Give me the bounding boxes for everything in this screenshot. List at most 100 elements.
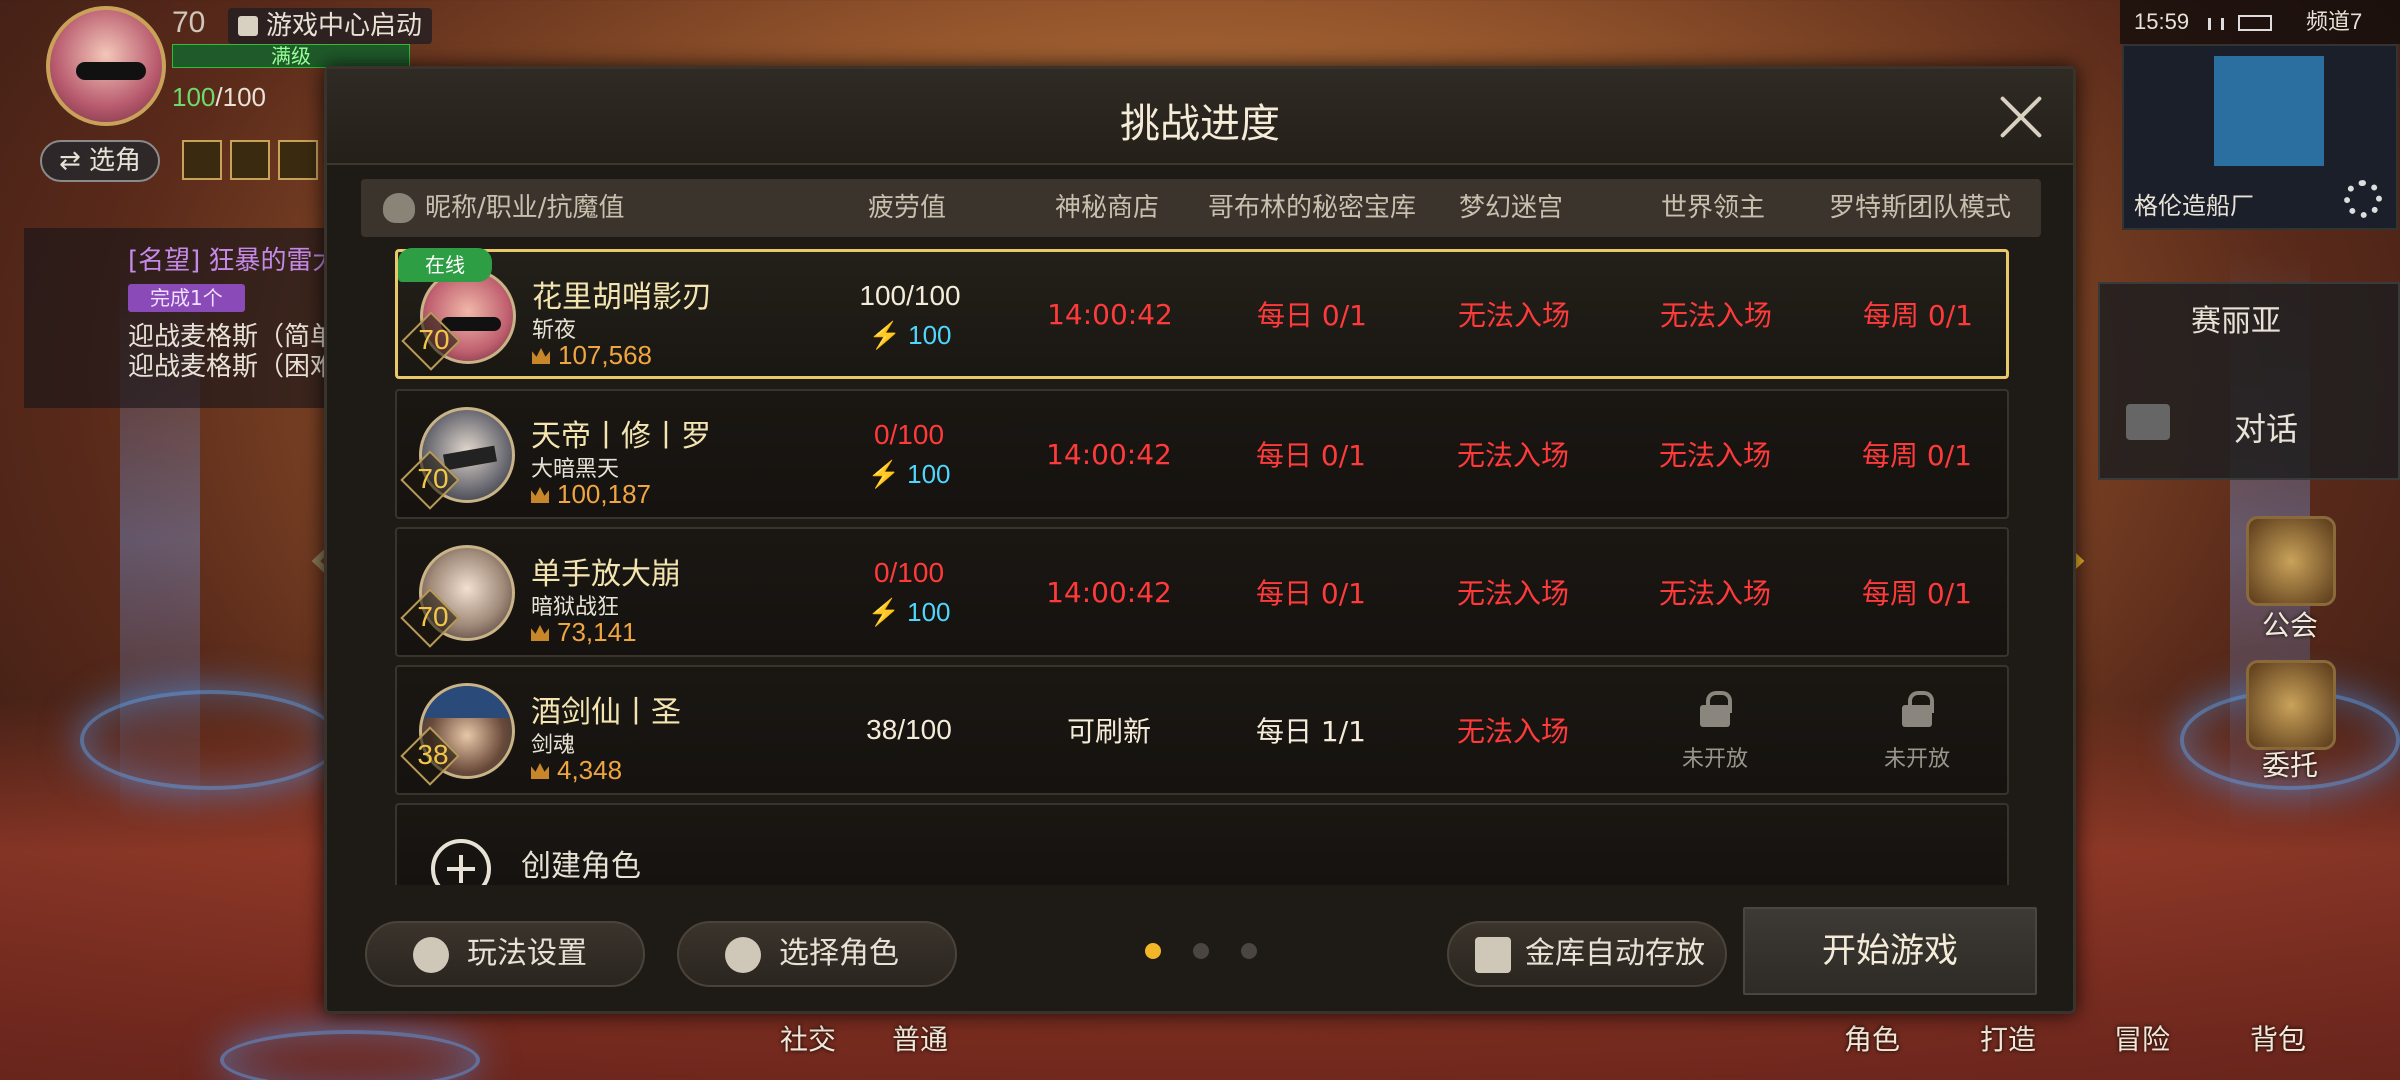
lotus-status: 未开放	[1883, 747, 1950, 772]
commission-icon[interactable]	[2246, 660, 2336, 750]
fatigue-bonus: ⚡ 100	[809, 597, 1009, 628]
fatigue-value: 38/100	[866, 714, 952, 745]
power-value: 107,568	[558, 340, 652, 370]
quick-slot-1[interactable]	[182, 140, 222, 180]
col-goblin: 哥布林的秘密宝库	[1207, 193, 1416, 223]
goblin-status: 每日 0/1	[1256, 577, 1366, 610]
crown-icon	[531, 625, 549, 641]
page-dot[interactable]	[1145, 943, 1161, 959]
power-value: 100,187	[557, 479, 651, 509]
lotus-status: 每周 0/1	[1862, 439, 1972, 472]
nav-character[interactable]: 角色	[1844, 1018, 1900, 1058]
boss-status: 无法入场	[1659, 299, 1772, 332]
lightning-icon: ⚡	[868, 320, 901, 350]
create-character-button[interactable]: 创建角色	[395, 803, 2009, 885]
fatigue-bonus: ⚡ 100	[809, 459, 1009, 490]
start-game-button[interactable]: 开始游戏	[1743, 907, 2037, 995]
col-fatigue: 疲劳值	[867, 193, 946, 223]
lock-icon	[1902, 691, 1934, 727]
guild-icon[interactable]	[2246, 516, 2336, 606]
quest-title[interactable]: [名望] 狂暴的雷大	[128, 240, 339, 277]
character-row[interactable]: 70 在线 花里胡哨影刃 斩夜 107,568 100/100 ⚡ 100 14…	[395, 248, 2009, 379]
chat-icon	[2126, 404, 2170, 440]
fatigue-bonus: ⚡ 100	[810, 320, 1010, 351]
vault-auto-store-button[interactable]: 金库自动存放	[1447, 921, 1727, 987]
select-character-button[interactable]: 选择角色	[677, 921, 957, 987]
maze-status: 无法入场	[1457, 299, 1570, 332]
lock-icon	[1700, 691, 1732, 727]
col-shop: 神秘商店	[1054, 193, 1159, 223]
lotus-status: 每周 0/1	[1863, 299, 1973, 332]
battery-icon	[2238, 15, 2272, 31]
shop-timer: 14:00:42	[1046, 575, 1172, 609]
character-name: 天帝丨修丨罗	[531, 419, 711, 454]
nav-craft[interactable]: 打造	[1980, 1018, 2036, 1058]
character-name: 单手放大崩	[531, 557, 681, 592]
character-row[interactable]: 70 天帝丨修丨罗 大暗黑天 100,187 0/100 ⚡ 100 14:00…	[395, 389, 2009, 519]
fatigue-value: 0/100	[873, 419, 945, 450]
lotus-status: 每周 0/1	[1862, 577, 1972, 610]
vault-icon	[1475, 937, 1511, 973]
game-center-label: 游戏中心启动	[266, 11, 423, 41]
quest-line-2[interactable]: 迎战麦格斯（困难	[128, 346, 328, 383]
boss-status: 无法入场	[1658, 439, 1771, 472]
nav-bag[interactable]: 背包	[2250, 1018, 2306, 1058]
player-level: 70	[172, 6, 206, 39]
character-power: 100,187	[531, 479, 651, 510]
shop-timer: 14:00:42	[1046, 437, 1172, 471]
goblin-status: 每日 1/1	[1256, 715, 1366, 748]
signal-icon	[2208, 18, 2224, 30]
maze-status: 无法入场	[1456, 577, 1569, 610]
lightning-icon: ⚡	[867, 459, 900, 489]
power-value: 73,141	[557, 617, 637, 647]
hp-current: 100	[172, 82, 216, 112]
character-row[interactable]: 38 酒剑仙丨圣 剑魂 4,348 38/100 可刷新 每日 1/1 无法入场…	[395, 665, 2009, 795]
clock: 15:59	[2134, 9, 2190, 34]
guild-label[interactable]: 公会	[2262, 604, 2318, 644]
npc-name[interactable]: 赛丽亚	[2100, 296, 2372, 340]
character-level: 70	[417, 601, 449, 632]
col-boss: 世界领主	[1660, 193, 1765, 223]
character-power: 73,141	[531, 617, 637, 648]
character-row[interactable]: 70 单手放大崩 暗狱战狂 73,141 0/100 ⚡ 100 14:00:4…	[395, 527, 2009, 657]
magic-circle	[80, 690, 340, 790]
character-level: 70	[417, 463, 449, 494]
fatigue-bonus-value: 100	[907, 597, 951, 627]
lightning-icon: ⚡	[867, 597, 900, 627]
gameplay-settings-button[interactable]: 玩法设置	[365, 921, 645, 987]
game-center-icon	[238, 16, 258, 36]
character-level: 38	[417, 739, 449, 770]
power-value: 4,348	[557, 755, 623, 785]
character-name: 花里胡哨影刃	[532, 280, 712, 315]
gear-icon[interactable]	[2344, 180, 2382, 218]
commission-label[interactable]: 委托	[2262, 744, 2318, 784]
plus-icon	[431, 839, 491, 885]
nav-adventure[interactable]: 冒险	[2114, 1018, 2170, 1058]
page-dot[interactable]	[1193, 943, 1209, 959]
character-level: 70	[418, 324, 450, 355]
npc-talk-button[interactable]: 对话	[2234, 404, 2298, 450]
hp-readout: 100/100	[172, 82, 266, 113]
channel-label[interactable]: 频道7	[2306, 0, 2362, 44]
quick-slot-2[interactable]	[230, 140, 270, 180]
page-dot[interactable]	[1241, 943, 1257, 959]
dialog-header: 挑战进度	[327, 69, 2073, 165]
switch-character-button[interactable]: ⇄ 选角	[40, 140, 160, 182]
game-center-button[interactable]: 游戏中心启动	[228, 8, 433, 44]
minimap[interactable]: 格伦造船厂	[2122, 44, 2398, 230]
fatigue-value: 0/100	[873, 557, 945, 588]
gear-icon	[413, 937, 449, 973]
vault-auto-store-label: 金库自动存放	[1525, 936, 1705, 971]
map-name: 格伦造船厂	[2134, 192, 2254, 220]
character-select-icon	[725, 937, 761, 973]
player-avatar[interactable]	[46, 6, 166, 126]
boss-status: 无法入场	[1658, 577, 1771, 610]
nav-social[interactable]: 社交	[780, 1018, 836, 1058]
nav-normal[interactable]: 普通	[892, 1018, 948, 1058]
character-silhouette-icon	[383, 193, 415, 223]
quick-slot-3[interactable]	[278, 140, 318, 180]
challenge-progress-dialog: 挑战进度 昵称/职业/抗魔值 疲劳值 神秘商店 哥布林的秘密宝库 梦幻迷宫 世界…	[324, 66, 2076, 1014]
col-name: 昵称/职业/抗魔值	[425, 193, 625, 223]
select-character-label: 选择角色	[779, 936, 899, 971]
close-icon[interactable]	[1997, 93, 2045, 141]
